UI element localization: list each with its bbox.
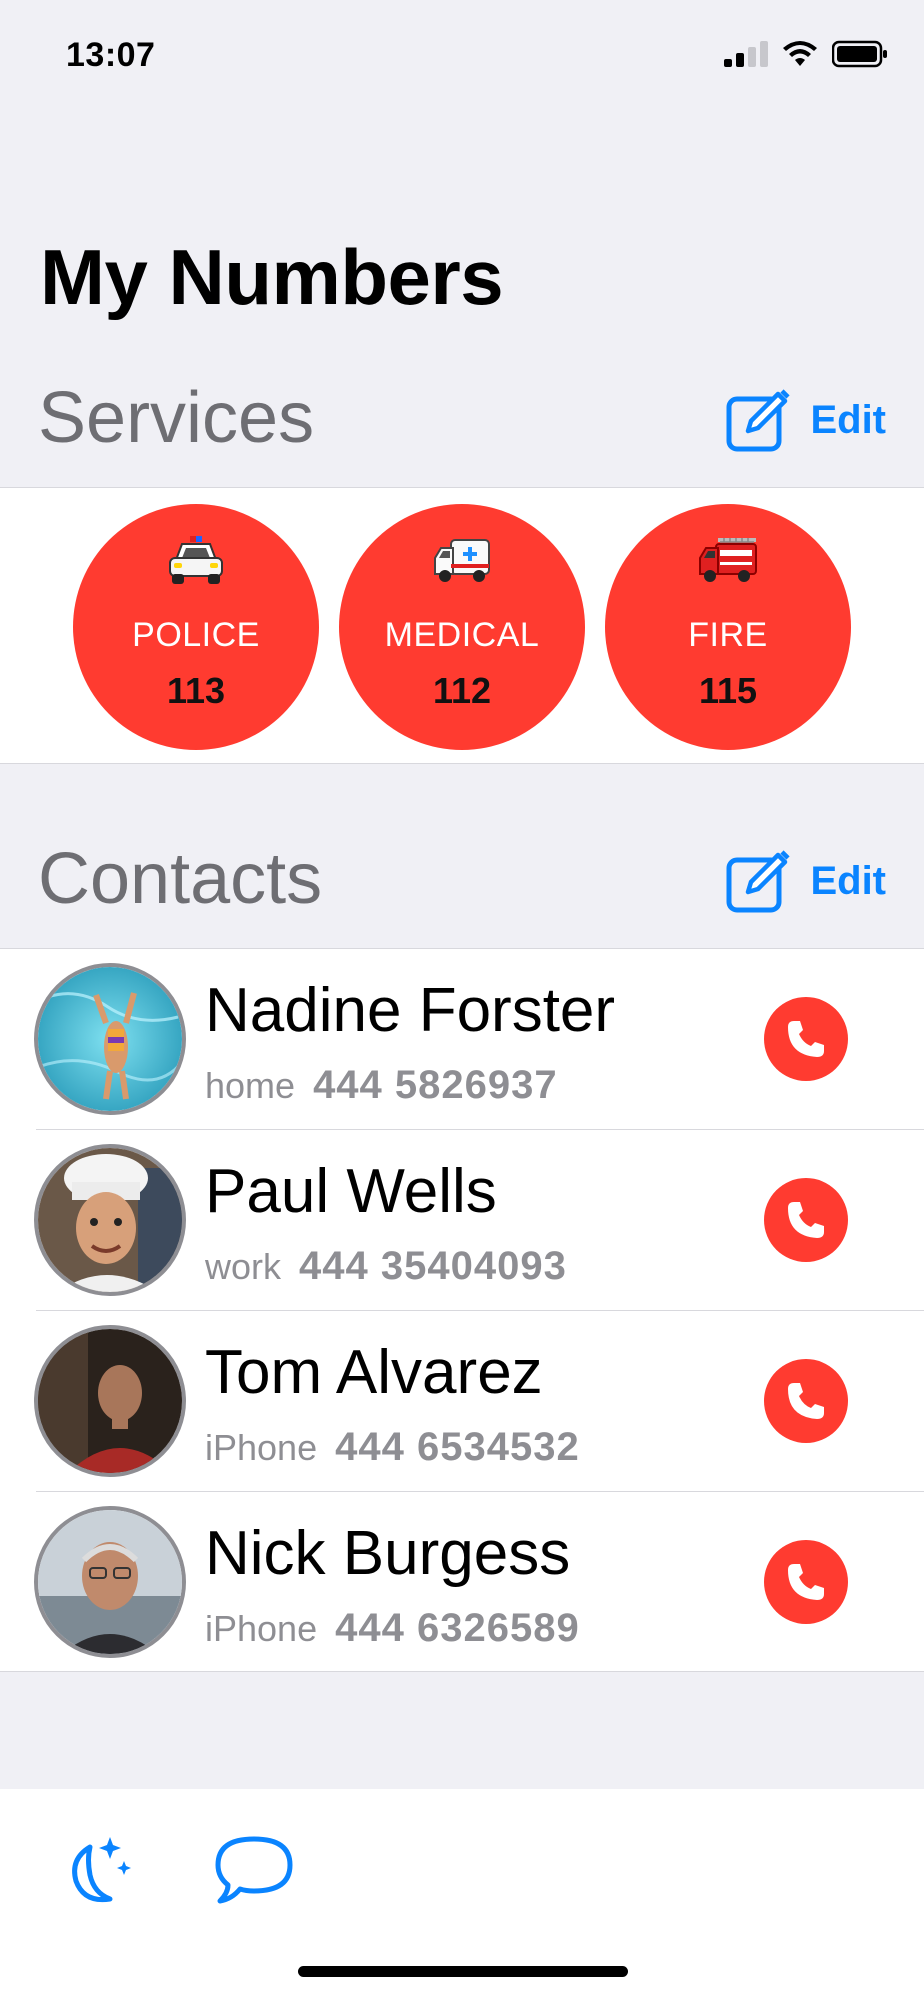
contact-row[interactable]: Nadine Forster home 444 5826937 bbox=[0, 949, 924, 1130]
medical-service-button[interactable]: MEDICAL 112 bbox=[339, 504, 585, 750]
contacts-panel: Nadine Forster home 444 5826937 Paul Wel… bbox=[0, 948, 924, 1672]
avatar bbox=[34, 1144, 186, 1296]
status-bar: 13:07 bbox=[0, 0, 924, 110]
fire-engine-icon bbox=[699, 538, 757, 582]
call-button[interactable] bbox=[764, 1540, 848, 1624]
phone-type: iPhone bbox=[205, 1608, 318, 1649]
contact-phone: iPhone 444 6326589 bbox=[205, 1606, 580, 1651]
service-name: POLICE bbox=[132, 616, 260, 654]
service-name: FIRE bbox=[688, 616, 768, 654]
wifi-icon bbox=[783, 41, 817, 66]
phone-icon bbox=[788, 1021, 824, 1057]
status-icons bbox=[724, 40, 888, 68]
phone-number: 444 6326589 bbox=[335, 1606, 580, 1650]
services-edit-label: Edit bbox=[810, 397, 886, 442]
services-header: Services Edit bbox=[0, 365, 924, 475]
avatar bbox=[34, 1506, 186, 1658]
fire-service-button[interactable]: FIRE 115 bbox=[605, 504, 851, 750]
compose-icon bbox=[726, 389, 791, 452]
contact-phone: home 444 5826937 bbox=[205, 1063, 558, 1108]
status-time: 13:07 bbox=[66, 36, 156, 74]
avatar bbox=[34, 963, 186, 1115]
phone-number: 444 6534532 bbox=[335, 1425, 580, 1469]
call-button[interactable] bbox=[764, 1359, 848, 1443]
contact-row[interactable]: Paul Wells work 444 35404093 bbox=[0, 1130, 924, 1311]
phone-icon bbox=[788, 1564, 824, 1600]
contacts-title: Contacts bbox=[38, 839, 323, 919]
police-car-icon bbox=[169, 536, 223, 584]
service-number: 113 bbox=[166, 670, 226, 711]
messages-tab[interactable] bbox=[214, 1833, 294, 1914]
contact-phone: work 444 35404093 bbox=[205, 1244, 567, 1289]
ambulance-icon bbox=[434, 539, 490, 582]
dark-mode-tab[interactable] bbox=[60, 1833, 136, 1914]
phone-type: iPhone bbox=[205, 1427, 318, 1468]
police-service-button[interactable]: POLICE 113 bbox=[73, 504, 319, 750]
call-button[interactable] bbox=[764, 997, 848, 1081]
contacts-edit-label: Edit bbox=[810, 858, 886, 903]
service-number: 115 bbox=[698, 670, 758, 711]
services-title: Services bbox=[38, 378, 315, 458]
contact-name: Nadine Forster bbox=[205, 976, 616, 1045]
home-indicator bbox=[298, 1966, 628, 1977]
services-edit-button[interactable]: Edit bbox=[726, 387, 886, 453]
call-button[interactable] bbox=[764, 1178, 848, 1262]
contact-name: Tom Alvarez bbox=[205, 1338, 543, 1407]
contact-row[interactable]: Tom Alvarez iPhone 444 6534532 bbox=[0, 1311, 924, 1492]
contact-name: Nick Burgess bbox=[205, 1519, 571, 1588]
phone-icon bbox=[788, 1202, 824, 1238]
contact-name: Paul Wells bbox=[205, 1157, 497, 1226]
phone-type: home bbox=[205, 1065, 296, 1106]
service-number: 112 bbox=[432, 670, 492, 711]
avatar bbox=[34, 1325, 186, 1477]
contacts-header: Contacts Edit bbox=[0, 826, 924, 936]
phone-number: 444 35404093 bbox=[299, 1244, 567, 1288]
contact-phone: iPhone 444 6534532 bbox=[205, 1425, 580, 1470]
phone-number: 444 5826937 bbox=[313, 1063, 558, 1107]
services-panel: POLICE 113 MEDICAL 112 FIRE 115 bbox=[0, 487, 924, 764]
speech-bubble-icon bbox=[215, 1836, 293, 1904]
cellular-signal-icon bbox=[724, 41, 768, 67]
battery-icon bbox=[832, 40, 887, 68]
contact-row[interactable]: Nick Burgess iPhone 444 6326589 bbox=[0, 1492, 924, 1673]
phone-type: work bbox=[205, 1246, 282, 1287]
compose-icon bbox=[726, 850, 791, 913]
moon-stars-icon bbox=[72, 1837, 131, 1903]
contacts-edit-button[interactable]: Edit bbox=[726, 848, 886, 914]
phone-icon bbox=[788, 1383, 824, 1419]
page-title: My Numbers bbox=[40, 233, 504, 321]
service-name: MEDICAL bbox=[384, 616, 540, 654]
